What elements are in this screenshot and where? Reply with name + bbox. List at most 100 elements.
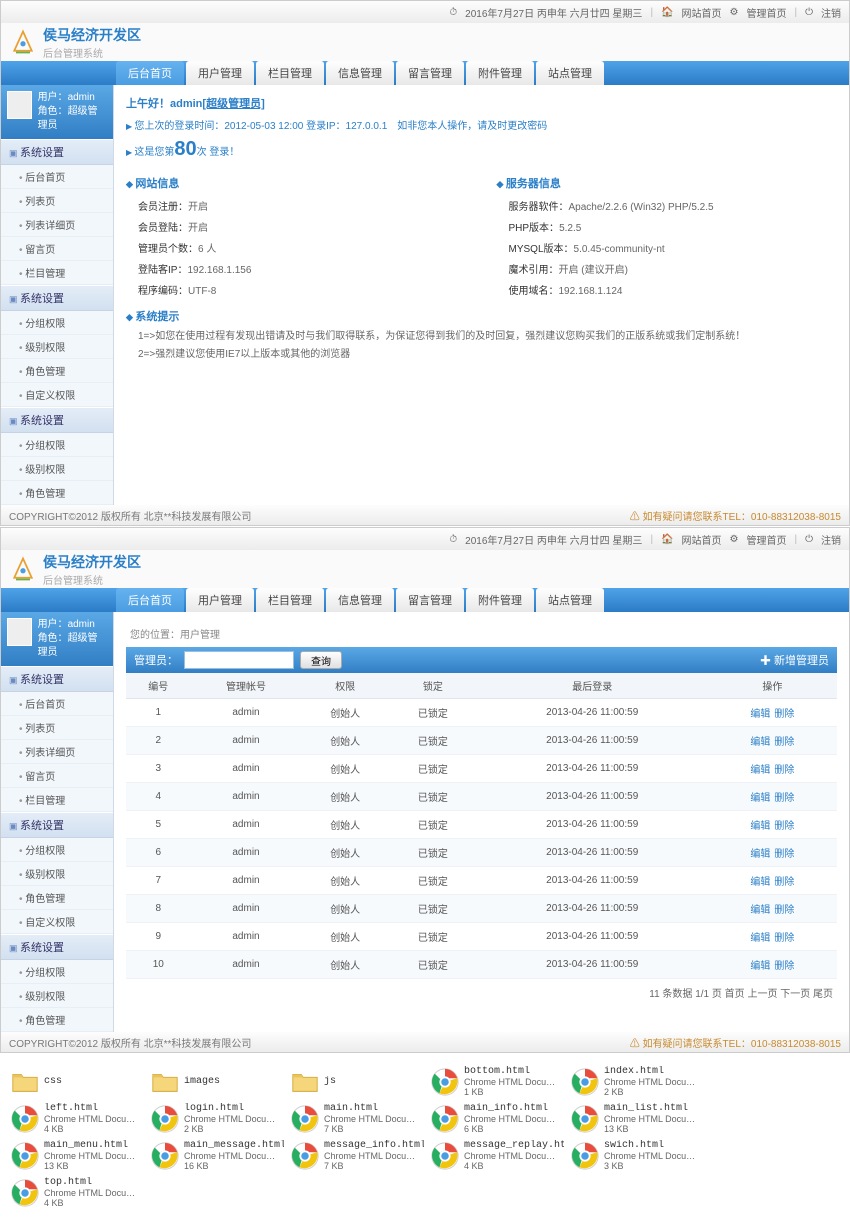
file-item[interactable]: main.htmlChrome HTML Docu…7 KB: [288, 1101, 426, 1136]
tab-1[interactable]: 用户管理: [186, 588, 254, 612]
delete-link[interactable]: 删除: [774, 765, 794, 776]
delete-link[interactable]: 删除: [774, 961, 794, 972]
edit-link[interactable]: 编辑: [750, 849, 770, 860]
site-home-link[interactable]: 网站首页: [682, 532, 722, 547]
menu-item[interactable]: 级别权限: [1, 335, 113, 359]
tab-4[interactable]: 留言管理: [396, 61, 464, 85]
tab-0[interactable]: 后台首页: [116, 61, 184, 85]
delete-link[interactable]: 删除: [774, 905, 794, 916]
admin-home-link[interactable]: 管理首页: [746, 5, 786, 20]
menu-item[interactable]: 列表页: [1, 716, 113, 740]
edit-link[interactable]: 编辑: [750, 933, 770, 944]
edit-link[interactable]: 编辑: [750, 905, 770, 916]
menu-item[interactable]: 自定义权限: [1, 910, 113, 934]
menu-group[interactable]: 系统设置: [1, 407, 113, 433]
menu-item[interactable]: 自定义权限: [1, 383, 113, 407]
menu-item[interactable]: 列表详细页: [1, 740, 113, 764]
logout-link[interactable]: 注销: [821, 532, 841, 547]
menu-item[interactable]: 角色管理: [1, 481, 113, 505]
menu-group[interactable]: 系统设置: [1, 934, 113, 960]
edit-link[interactable]: 编辑: [750, 961, 770, 972]
menu-item[interactable]: 留言页: [1, 237, 113, 261]
menu-group[interactable]: 系统设置: [1, 812, 113, 838]
menu-item[interactable]: 留言页: [1, 764, 113, 788]
logout-link[interactable]: 注销: [821, 5, 841, 20]
tab-5[interactable]: 附件管理: [466, 61, 534, 85]
avatar: [7, 91, 32, 119]
file-item[interactable]: css: [8, 1064, 146, 1099]
menu-item[interactable]: 级别权限: [1, 862, 113, 886]
chrome-icon: [570, 1104, 600, 1134]
file-item[interactable]: login.htmlChrome HTML Docu…2 KB: [148, 1101, 286, 1136]
admin-home-link[interactable]: 管理首页: [746, 532, 786, 547]
tab-6[interactable]: 站点管理: [536, 588, 604, 612]
search-button[interactable]: 查询: [300, 651, 342, 669]
tab-3[interactable]: 信息管理: [326, 61, 394, 85]
menu-item[interactable]: 分组权限: [1, 311, 113, 335]
file-item[interactable]: left.htmlChrome HTML Docu…4 KB: [8, 1101, 146, 1136]
tab-0[interactable]: 后台首页: [116, 588, 184, 612]
edit-link[interactable]: 编辑: [750, 709, 770, 720]
file-item[interactable]: message_replay.htmlChrome HTML Docu…4 KB: [428, 1138, 566, 1173]
delete-link[interactable]: 删除: [774, 793, 794, 804]
table-row: 7admin创始人已锁定2013-04-26 11:00:59编辑删除: [126, 867, 837, 895]
tab-1[interactable]: 用户管理: [186, 61, 254, 85]
tab-5[interactable]: 附件管理: [466, 588, 534, 612]
file-name: login.html: [184, 1103, 275, 1114]
tab-6[interactable]: 站点管理: [536, 61, 604, 85]
role-link[interactable]: [超级管理员]: [202, 98, 264, 110]
file-item[interactable]: index.htmlChrome HTML Docu…2 KB: [568, 1064, 706, 1099]
edit-link[interactable]: 编辑: [750, 877, 770, 888]
file-item[interactable]: main_list.htmlChrome HTML Docu…13 KB: [568, 1101, 706, 1136]
edit-link[interactable]: 编辑: [750, 793, 770, 804]
dashboard-panel: ⏱ 2016年7月27日 丙申年 六月廿四 星期三 | 🏠 网站首页 ⚙ 管理首…: [0, 0, 850, 526]
tab-3[interactable]: 信息管理: [326, 588, 394, 612]
info-row: 程序编码：UTF-8: [126, 279, 467, 300]
menu-group[interactable]: 系统设置: [1, 139, 113, 165]
file-item[interactable]: top.htmlChrome HTML Docu…4 KB: [8, 1175, 146, 1210]
edit-link[interactable]: 编辑: [750, 737, 770, 748]
menu-item[interactable]: 后台首页: [1, 165, 113, 189]
delete-link[interactable]: 删除: [774, 737, 794, 748]
delete-link[interactable]: 删除: [774, 849, 794, 860]
menu-group[interactable]: 系统设置: [1, 666, 113, 692]
server-info-title: 服务器信息: [497, 175, 838, 191]
tab-2[interactable]: 栏目管理: [256, 588, 324, 612]
menu-item[interactable]: 栏目管理: [1, 788, 113, 812]
menu-group[interactable]: 系统设置: [1, 285, 113, 311]
edit-link[interactable]: 编辑: [750, 821, 770, 832]
menu-item[interactable]: 角色管理: [1, 1008, 113, 1032]
delete-link[interactable]: 删除: [774, 933, 794, 944]
file-item[interactable]: main_menu.htmlChrome HTML Docu…13 KB: [8, 1138, 146, 1173]
tab-2[interactable]: 栏目管理: [256, 61, 324, 85]
delete-link[interactable]: 删除: [774, 877, 794, 888]
pager[interactable]: 11 条数据 1/1 页 首页 上一页 下一页 尾页: [126, 979, 837, 1006]
menu-item[interactable]: 后台首页: [1, 692, 113, 716]
file-item[interactable]: main_info.htmlChrome HTML Docu…6 KB: [428, 1101, 566, 1136]
file-item[interactable]: js: [288, 1064, 426, 1099]
tab-4[interactable]: 留言管理: [396, 588, 464, 612]
file-item[interactable]: images: [148, 1064, 286, 1099]
file-item[interactable]: main_message.htmlChrome HTML Docu…16 KB: [148, 1138, 286, 1173]
site-home-link[interactable]: 网站首页: [682, 5, 722, 20]
menu-item[interactable]: 分组权限: [1, 960, 113, 984]
admin-search-input[interactable]: [184, 651, 294, 669]
file-item[interactable]: message_info.htmlChrome HTML Docu…7 KB: [288, 1138, 426, 1173]
file-listing: cssimagesjsbottom.htmlChrome HTML Docu…1…: [0, 1054, 850, 1220]
menu-item[interactable]: 列表详细页: [1, 213, 113, 237]
menu-item[interactable]: 级别权限: [1, 457, 113, 481]
menu-item[interactable]: 列表页: [1, 189, 113, 213]
delete-link[interactable]: 删除: [774, 709, 794, 720]
menu-item[interactable]: 级别权限: [1, 984, 113, 1008]
file-item[interactable]: swich.htmlChrome HTML Docu…3 KB: [568, 1138, 706, 1173]
menu-item[interactable]: 角色管理: [1, 359, 113, 383]
file-item[interactable]: bottom.htmlChrome HTML Docu…1 KB: [428, 1064, 566, 1099]
edit-link[interactable]: 编辑: [750, 765, 770, 776]
menu-item[interactable]: 角色管理: [1, 886, 113, 910]
table-row: 8admin创始人已锁定2013-04-26 11:00:59编辑删除: [126, 895, 837, 923]
menu-item[interactable]: 分组权限: [1, 838, 113, 862]
menu-item[interactable]: 分组权限: [1, 433, 113, 457]
menu-item[interactable]: 栏目管理: [1, 261, 113, 285]
add-admin-button[interactable]: 新增管理员: [760, 652, 829, 668]
delete-link[interactable]: 删除: [774, 821, 794, 832]
